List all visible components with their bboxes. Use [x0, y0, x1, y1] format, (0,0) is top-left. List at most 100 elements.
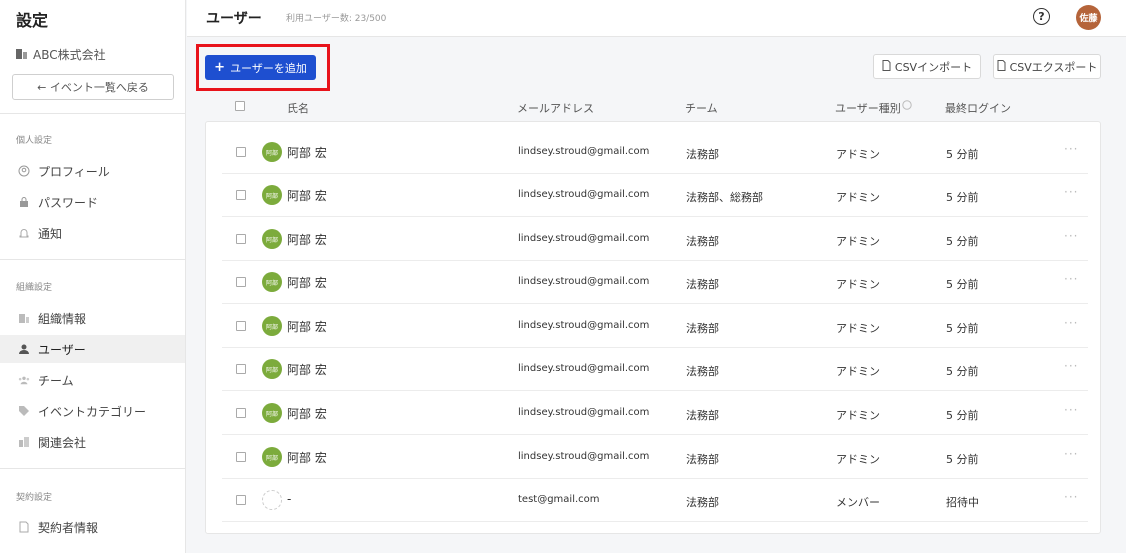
sidebar-item-notification[interactable]: 通知 — [0, 219, 185, 247]
user-type: アドミン — [836, 191, 880, 204]
user-email: lindsey.stroud@gmail.com — [518, 146, 650, 157]
document-icon — [18, 521, 30, 533]
table-row[interactable]: 阿部 阿部 宏 lindsey.stroud@gmail.com 法務部 アドミ… — [222, 218, 1088, 261]
table-row[interactable]: 阿部 阿部 宏 lindsey.stroud@gmail.com 法務部 アドミ… — [222, 305, 1088, 348]
avatar: 阿部 — [262, 185, 282, 205]
user-team: 法務部 — [686, 453, 719, 466]
divider — [0, 113, 185, 114]
user-type: アドミン — [836, 322, 880, 335]
more-icon[interactable]: ··· — [1064, 403, 1078, 417]
csv-import-button[interactable]: CSVインポート — [873, 54, 981, 79]
more-icon[interactable]: ··· — [1064, 142, 1078, 156]
table-row[interactable]: 阿部 阿部 宏 lindsey.stroud@gmail.com 法務部 アドミ… — [222, 348, 1088, 391]
sidebar-item-label: 関連会社 — [38, 435, 87, 450]
table-row[interactable]: 阿部 阿部 宏 lindsey.stroud@gmail.com 法務部 アドミ… — [222, 131, 1088, 174]
sidebar-item-label: パスワード — [38, 195, 99, 210]
table-row[interactable]: 阿部 阿部 宏 lindsey.stroud@gmail.com 法務部 アドミ… — [222, 436, 1088, 479]
user-team: 法務部 — [686, 322, 719, 335]
building-icon — [18, 312, 30, 324]
avatar[interactable]: 佐藤 — [1076, 5, 1101, 30]
user-name: 阿部 宏 — [287, 407, 327, 421]
help-icon[interactable]: ? — [1033, 8, 1050, 25]
row-checkbox[interactable] — [236, 452, 246, 462]
user-team: 法務部 — [686, 278, 719, 291]
column-user-type[interactable]: ユーザー種別 — [835, 100, 901, 116]
avatar: 阿部 — [262, 142, 282, 162]
row-checkbox[interactable] — [236, 190, 246, 200]
more-icon[interactable]: ··· — [1064, 316, 1078, 330]
org-name: ABC株式会社 — [16, 46, 106, 63]
csv-import-label: CSVインポート — [894, 60, 973, 74]
user-name: 阿部 宏 — [287, 363, 327, 377]
avatar: 阿部 — [262, 316, 282, 336]
row-checkbox[interactable] — [236, 408, 246, 418]
row-checkbox[interactable] — [236, 364, 246, 374]
user-name: 阿部 宏 — [287, 146, 327, 160]
avatar: 阿部 — [262, 359, 282, 379]
user-type: アドミン — [836, 365, 880, 378]
avatar: 阿部 — [262, 229, 282, 249]
sidebar-item-label: チーム — [38, 373, 74, 388]
user-name: 阿部 宏 — [287, 189, 327, 203]
sidebar-item-event-category[interactable]: イベントカテゴリー — [0, 397, 185, 425]
info-icon[interactable] — [902, 100, 912, 113]
user-email: lindsey.stroud@gmail.com — [518, 233, 650, 244]
user-team: 法務部 — [686, 496, 719, 509]
last-login: 5 分前 — [946, 235, 979, 248]
row-checkbox[interactable] — [236, 147, 246, 157]
more-icon[interactable]: ··· — [1064, 185, 1078, 199]
sidebar-item-users[interactable]: ユーザー — [0, 335, 185, 363]
column-name[interactable]: 氏名 — [287, 100, 309, 116]
lock-icon — [18, 196, 30, 208]
sidebar-item-password[interactable]: パスワード — [0, 188, 185, 216]
sidebar-title: 設定 — [16, 11, 49, 30]
row-checkbox[interactable] — [236, 495, 246, 505]
column-team[interactable]: チーム — [685, 100, 718, 116]
table-row[interactable]: 阿部 阿部 宏 lindsey.stroud@gmail.com 法務部、総務部… — [222, 174, 1088, 217]
user-email: lindsey.stroud@gmail.com — [518, 451, 650, 462]
back-to-events-button[interactable]: ← イベント一覧へ戻る — [12, 74, 174, 100]
bell-icon — [18, 227, 30, 239]
user-type: アドミン — [836, 453, 880, 466]
user-type: アドミン — [836, 148, 880, 161]
user-team: 法務部 — [686, 148, 719, 161]
row-checkbox[interactable] — [236, 277, 246, 287]
sidebar-item-label: 契約者情報 — [38, 520, 99, 535]
column-last-login[interactable]: 最終ログイン — [945, 100, 1011, 116]
sidebar-item-org-info[interactable]: 組織情報 — [0, 304, 185, 332]
last-login: 5 分前 — [946, 191, 979, 204]
table-row[interactable]: 阿部 阿部 宏 lindsey.stroud@gmail.com 法務部 アドミ… — [222, 261, 1088, 304]
more-icon[interactable]: ··· — [1064, 359, 1078, 373]
column-email[interactable]: メールアドレス — [517, 100, 594, 116]
last-login: 5 分前 — [946, 365, 979, 378]
more-icon[interactable]: ··· — [1064, 447, 1078, 461]
sidebar-item-label: 組織情報 — [38, 311, 87, 326]
avatar: 阿部 — [262, 272, 282, 292]
more-icon[interactable]: ··· — [1064, 229, 1078, 243]
user-name: 阿部 宏 — [287, 451, 327, 465]
csv-export-button[interactable]: CSVエクスポート — [993, 54, 1101, 79]
row-checkbox[interactable] — [236, 234, 246, 244]
user-team: 法務部 — [686, 409, 719, 422]
more-icon[interactable]: ··· — [1064, 490, 1078, 504]
select-all-checkbox[interactable] — [235, 101, 245, 111]
user-email: lindsey.stroud@gmail.com — [518, 320, 650, 331]
org-name-label: ABC株式会社 — [33, 48, 106, 62]
sidebar-item-label: ユーザー — [38, 342, 86, 357]
last-login: 5 分前 — [946, 278, 979, 291]
file-icon — [997, 59, 1006, 74]
sidebar-item-contract-info[interactable]: 契約者情報 — [0, 513, 185, 541]
last-login: 5 分前 — [946, 322, 979, 335]
more-icon[interactable]: ··· — [1064, 272, 1078, 286]
sidebar-item-team[interactable]: チーム — [0, 366, 185, 394]
sidebar-item-profile[interactable]: プロフィール — [0, 157, 185, 185]
row-checkbox[interactable] — [236, 321, 246, 331]
avatar: 阿部 — [262, 403, 282, 423]
sidebar-item-affiliate[interactable]: 関連会社 — [0, 428, 185, 456]
company-icon — [18, 436, 30, 448]
table-row[interactable]: 阿部 阿部 宏 lindsey.stroud@gmail.com 法務部 アドミ… — [222, 392, 1088, 435]
sidebar-item-label: 通知 — [38, 226, 63, 241]
section-contract: 契約設定 — [16, 493, 53, 503]
profile-icon — [18, 165, 30, 177]
table-row[interactable]: - test@gmail.com 法務部 メンバー 招待中 ··· — [222, 479, 1088, 522]
